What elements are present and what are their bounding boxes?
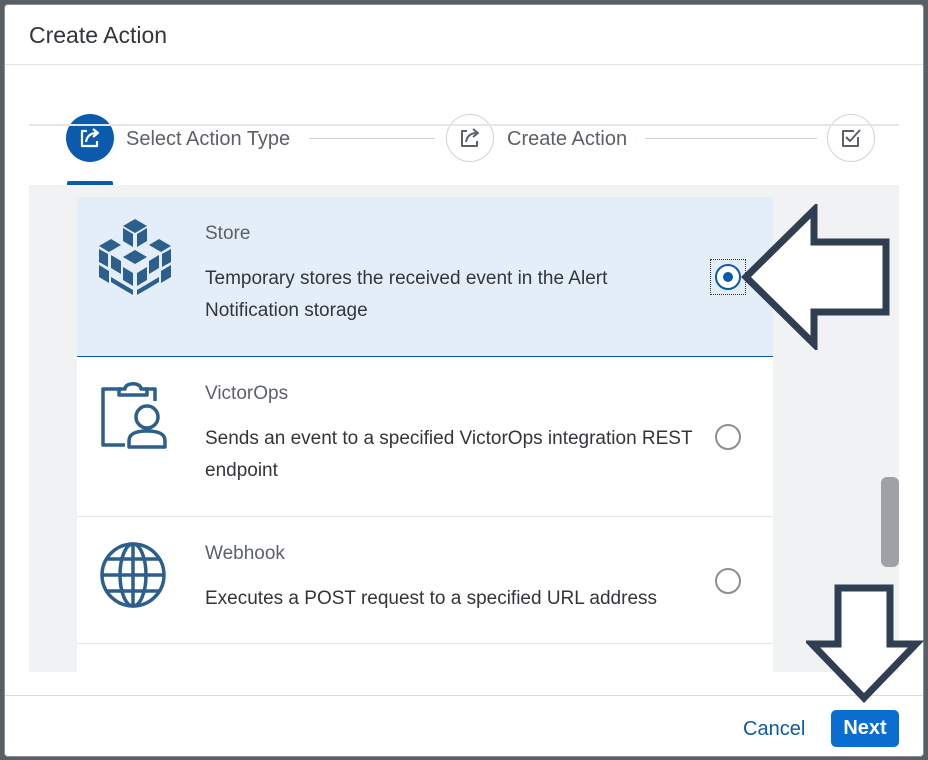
wizard-step-2-label[interactable]: Create Action xyxy=(507,128,627,151)
action-description: Sends an event to a specified VictorOps … xyxy=(205,428,693,481)
arrow-left-annotation-icon xyxy=(741,204,890,350)
dialog-header: Create Action xyxy=(5,5,923,65)
wizard-connector xyxy=(309,138,435,139)
list-item-store[interactable]: Store Temporary stores the received even… xyxy=(77,197,773,357)
dialog-title: Create Action xyxy=(29,22,168,48)
wizard-divider xyxy=(29,124,899,126)
action-type-list: Store Temporary stores the received even… xyxy=(77,197,773,672)
wizard-step-3[interactable] xyxy=(827,114,875,162)
arrow-down-annotation-icon xyxy=(806,584,924,704)
action-description: Executes a POST request to a specified U… xyxy=(205,588,658,609)
cancel-button[interactable]: Cancel xyxy=(733,711,815,747)
scrollbar-thumb[interactable] xyxy=(881,477,899,567)
wizard-step-1-label[interactable]: Select Action Type xyxy=(126,128,290,151)
list-item-partial[interactable] xyxy=(77,644,773,672)
create-action-dialog: Create Action Select Action Type Create … xyxy=(4,4,924,757)
share-icon xyxy=(80,128,100,148)
globe-icon xyxy=(99,541,175,621)
next-button[interactable]: Next xyxy=(831,710,899,747)
action-name: VictorOps xyxy=(205,383,289,404)
action-name: Store xyxy=(205,223,251,244)
share-icon xyxy=(461,128,479,147)
webhook-radio-button[interactable] xyxy=(715,568,741,594)
action-description: Temporary stores the received event in t… xyxy=(205,268,608,321)
checkbox-checked-icon xyxy=(842,129,861,147)
wizard-connector xyxy=(645,138,817,139)
globe-icon xyxy=(99,668,169,672)
wizard-step-2[interactable] xyxy=(446,114,494,162)
action-name: Webhook xyxy=(205,543,285,564)
victorops-radio-button[interactable] xyxy=(715,424,741,450)
list-item-webhook[interactable]: Webhook Executes a POST request to a spe… xyxy=(77,517,773,644)
wizard-step-1[interactable] xyxy=(66,114,114,162)
list-item-victorops[interactable]: VictorOps Sends an event to a specified … xyxy=(77,357,773,517)
cube-cluster-icon xyxy=(97,217,173,297)
clipboard-user-icon xyxy=(99,379,175,459)
dialog-footer: Cancel Next xyxy=(5,695,923,756)
